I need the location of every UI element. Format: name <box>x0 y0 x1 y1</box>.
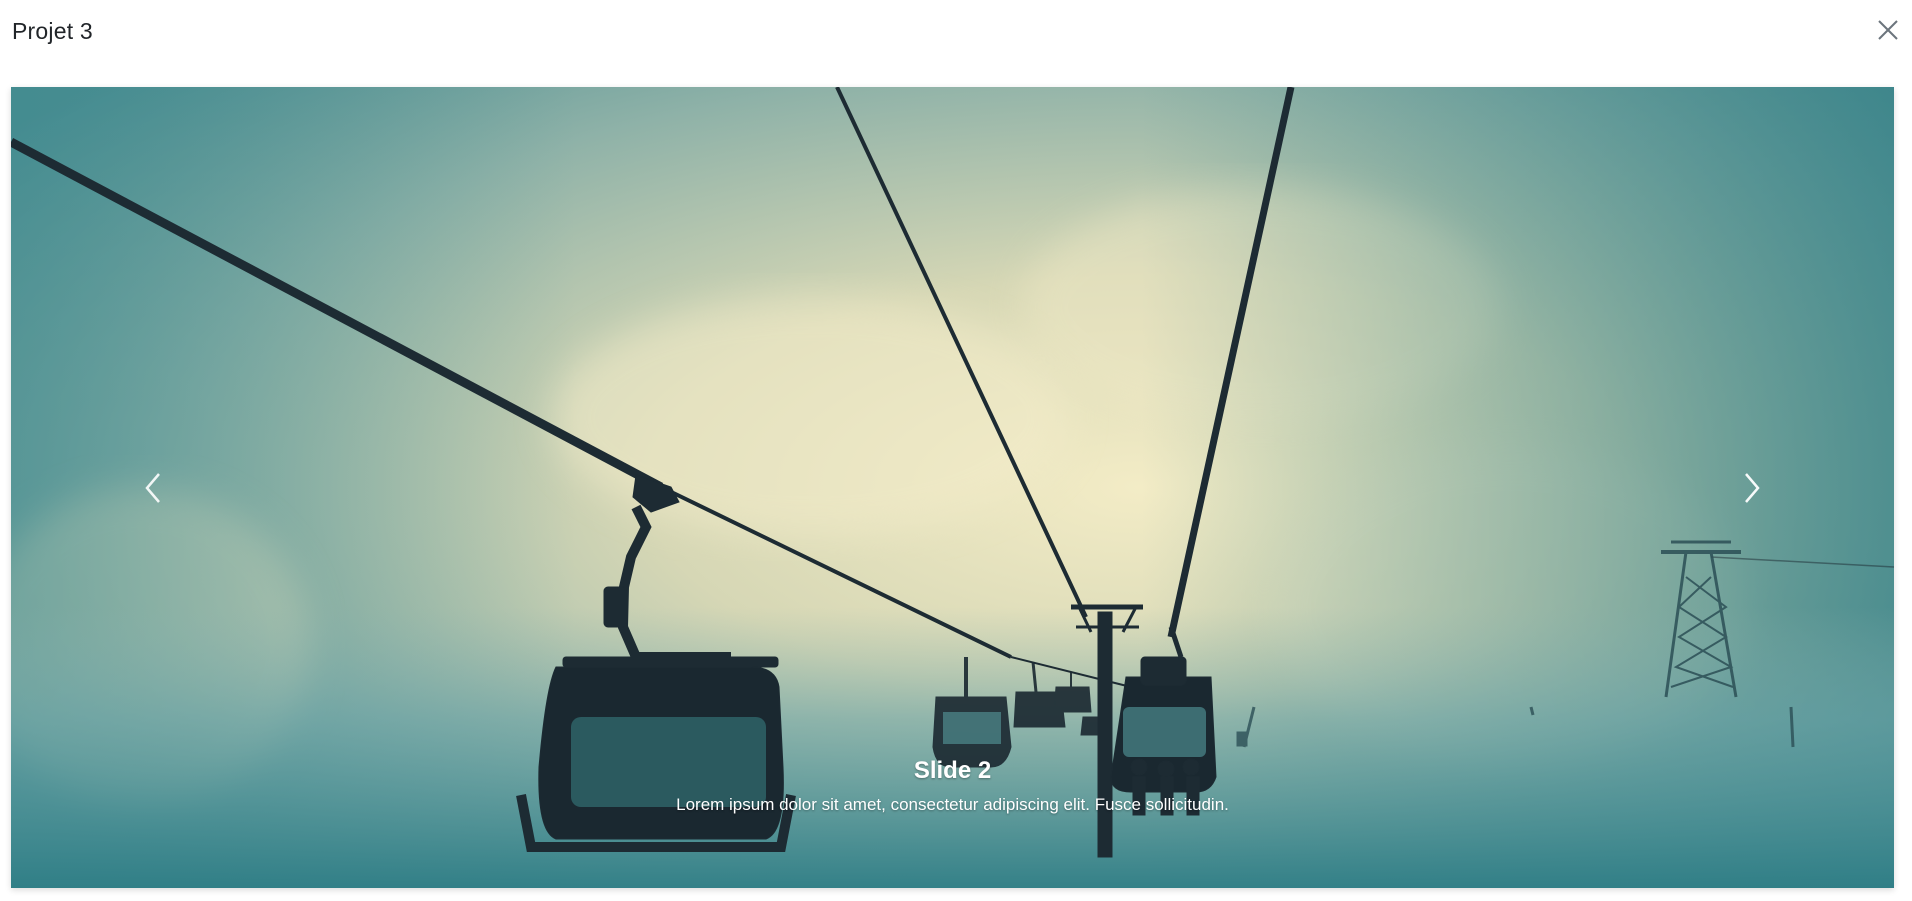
chevron-right-icon <box>1745 473 1760 503</box>
chevron-left-icon <box>145 473 160 503</box>
project-modal: Projet 3 Slide 2 Lorem ipsum dolor sit a… <box>0 0 1912 901</box>
slide-caption-title: Slide 2 <box>913 757 992 784</box>
modal-header: Projet 3 <box>0 0 1912 66</box>
close-button[interactable] <box>1870 12 1906 48</box>
image-carousel: Slide 2 Lorem ipsum dolor sit amet, cons… <box>11 87 1894 888</box>
modal-title: Projet 3 <box>12 18 93 44</box>
close-icon <box>1878 20 1898 40</box>
slide-caption-text: Lorem ipsum dolor sit amet, consectetur … <box>676 795 1229 814</box>
slide-caption: Slide 2 Lorem ipsum dolor sit amet, cons… <box>11 755 1894 817</box>
